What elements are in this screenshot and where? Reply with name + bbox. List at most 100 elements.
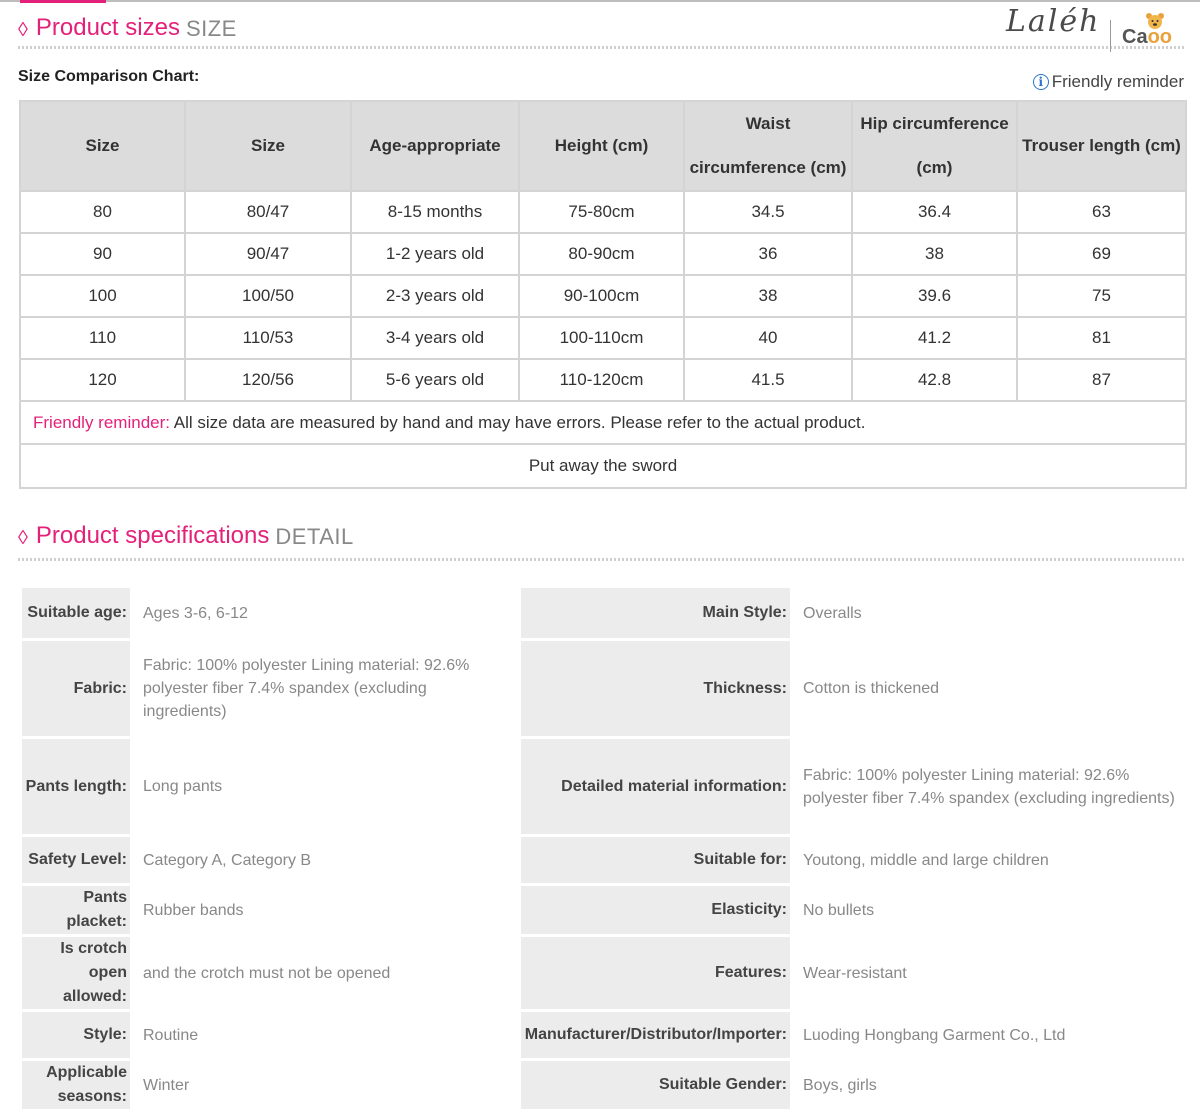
cell-height: 110-120cm [518, 358, 685, 402]
cell-trouser-length: 87 [1016, 358, 1187, 402]
spec-table-body: Suitable age: Ages 3-6, 6-12 Main Style: Ov… [22, 588, 1185, 1109]
cell-trouser-length: 81 [1016, 316, 1187, 360]
spec-label-left: Fabric: [22, 641, 130, 736]
spec-label-right: Manufacturer/Distributor/Importer: [521, 1012, 790, 1058]
spec-value-left: Long pants [133, 739, 518, 834]
cell-hip: 41.2 [851, 316, 1018, 360]
cell-trouser-length: 75 [1016, 274, 1187, 318]
spec-value-left: Ages 3-6, 6-12 [133, 588, 518, 638]
table-row: 120 120/56 5-6 years old 110-120cm 41.5 42.8 8… [19, 358, 1187, 402]
size-comparison-table: Size Size Age-appropriate Height (cm) Wa… [19, 100, 1187, 489]
spec-value-right: Youtong, middle and large children [793, 837, 1185, 883]
logo-brand-text: Caoo [1122, 26, 1172, 49]
cell-size-code: 100/50 [184, 274, 352, 318]
size-note-row: Friendly reminder: All size data are mea… [19, 400, 1187, 445]
header-hip: Hip circumference (cm) [851, 100, 1018, 192]
cell-age: 1-2 years old [350, 232, 520, 276]
header-waist: Waist circumference (cm) [683, 100, 853, 192]
spec-table: Suitable age: Ages 3-6, 6-12 Main Style: Ov… [19, 585, 1188, 1112]
header-size-code: Size [184, 100, 352, 192]
cell-height: 75-80cm [518, 190, 685, 234]
cell-height: 90-100cm [518, 274, 685, 318]
spec-label-left: Pants placket: [22, 886, 130, 934]
cell-trouser-length: 63 [1016, 190, 1187, 234]
spec-label-right: Thickness: [521, 641, 790, 736]
size-footer-text: Put away the sword [19, 443, 1187, 489]
table-row: 100 100/50 2-3 years old 90-100cm 38 39.6 75 [19, 274, 1187, 318]
diamond-icon: ◊ [18, 19, 28, 41]
cell-waist: 40 [683, 316, 853, 360]
cell-hip: 36.4 [851, 190, 1018, 234]
spec-label-right: Detailed material information: [521, 739, 790, 834]
spec-value-left: Rubber bands [133, 886, 518, 934]
spec-row: Fabric: Fabric: 100% polyester Lining mat… [22, 641, 1185, 736]
spec-label-left: Safety Level: [22, 837, 130, 883]
cell-size: 120 [19, 358, 186, 402]
table-row: 110 110/53 3-4 years old 100-110cm 40 41.2 81 [19, 316, 1187, 360]
spec-row: Is crotch open allowed: and the crotch mu… [22, 937, 1185, 1009]
spec-section-heading: ◊ Product specifications DETAIL [18, 520, 354, 550]
spec-value-right: Wear-resistant [793, 937, 1185, 1009]
size-note-cell: Friendly reminder: All size data are mea… [19, 400, 1187, 445]
cell-size-code: 120/56 [184, 358, 352, 402]
cell-height: 80-90cm [518, 232, 685, 276]
size-table-body: 80 80/47 8-15 months 75-80cm 34.5 36.4 63 90 90/… [19, 190, 1187, 402]
table-row: 80 80/47 8-15 months 75-80cm 34.5 36.4 63 [19, 190, 1187, 234]
cell-trouser-length: 69 [1016, 232, 1187, 276]
cell-size: 100 [19, 274, 186, 318]
spec-label-left: Pants length: [22, 739, 130, 834]
size-section-title: Product sizes [35, 14, 180, 41]
cell-age: 3-4 years old [350, 316, 520, 360]
cell-size-code: 80/47 [184, 190, 352, 234]
spec-row: Suitable age: Ages 3-6, 6-12 Main Style: Ov… [22, 588, 1185, 638]
header-hip-line1: Hip circumference [860, 114, 1009, 133]
logo-brand-suffix: oo [1147, 26, 1173, 48]
cell-waist: 41.5 [683, 358, 853, 402]
spec-row: Safety Level: Category A, Category B Suita… [22, 837, 1185, 883]
cell-hip: 38 [851, 232, 1018, 276]
header-height-text: Height (cm) [554, 136, 649, 155]
cell-waist: 34.5 [683, 190, 853, 234]
header-hip-line2: (cm) [916, 158, 953, 177]
spec-row: Style: Routine Manufacturer/Distributor/Im… [22, 1012, 1185, 1058]
header-height: Height (cm) [518, 100, 685, 192]
cell-waist: 38 [683, 274, 853, 318]
cell-size: 90 [19, 232, 186, 276]
table-row: 90 90/47 1-2 years old 80-90cm 36 38 69 [19, 232, 1187, 276]
friendly-reminder-link[interactable]: i Friendly reminder [1032, 72, 1184, 92]
spec-label-right: Suitable for: [521, 837, 790, 883]
size-chart-label: Size Comparison Chart: [18, 68, 200, 85]
diamond-icon: ◊ [18, 527, 28, 549]
spec-label-right: Features: [521, 937, 790, 1009]
size-note-text: All size data are measured by hand and m… [170, 412, 866, 432]
spec-label-left: Suitable age: [22, 588, 130, 638]
spec-value-left: Fabric: 100% polyester Lining material: … [133, 641, 518, 736]
size-footer-row: Put away the sword [19, 443, 1187, 489]
cell-age: 2-3 years old [350, 274, 520, 318]
spec-section-divider [18, 558, 1184, 561]
cell-height: 100-110cm [518, 316, 685, 360]
cell-age: 8-15 months [350, 190, 520, 234]
spec-label-left: Style: [22, 1012, 130, 1058]
spec-row: Pants length: Long pants Detailed material… [22, 739, 1185, 834]
header-trouser-length: Trouser length (cm) [1016, 100, 1187, 192]
spec-value-right: Luoding Hongbang Garment Co., Ltd [793, 1012, 1185, 1058]
brand-logo: Laléh Caoo [1006, 4, 1186, 58]
spec-label-right: Elasticity: [521, 886, 790, 934]
header-waist-line1: Waist [745, 114, 791, 133]
top-rule [0, 0, 1200, 2]
spec-value-left: and the crotch must not be opened [133, 937, 518, 1009]
cell-size-code: 90/47 [184, 232, 352, 276]
header-waist-line2: circumference (cm) [689, 158, 847, 177]
header-size-text: Size [85, 136, 120, 155]
header-age: Age-appropriate [350, 100, 520, 192]
spec-label-right: Main Style: [521, 588, 790, 638]
cell-waist: 36 [683, 232, 853, 276]
header-trouser-text: Trouser length (cm) [1022, 136, 1181, 155]
logo-brand-prefix: Ca [1122, 26, 1148, 48]
spec-value-right: Fabric: 100% polyester Lining material: … [793, 739, 1185, 834]
friendly-reminder-text: Friendly reminder [1051, 72, 1184, 91]
spec-section-subtitle: DETAIL [275, 524, 354, 549]
size-section-heading: ◊ Product sizes SIZE [18, 12, 237, 42]
size-table-header-row: Size Size Age-appropriate Height (cm) Wa… [19, 100, 1187, 192]
